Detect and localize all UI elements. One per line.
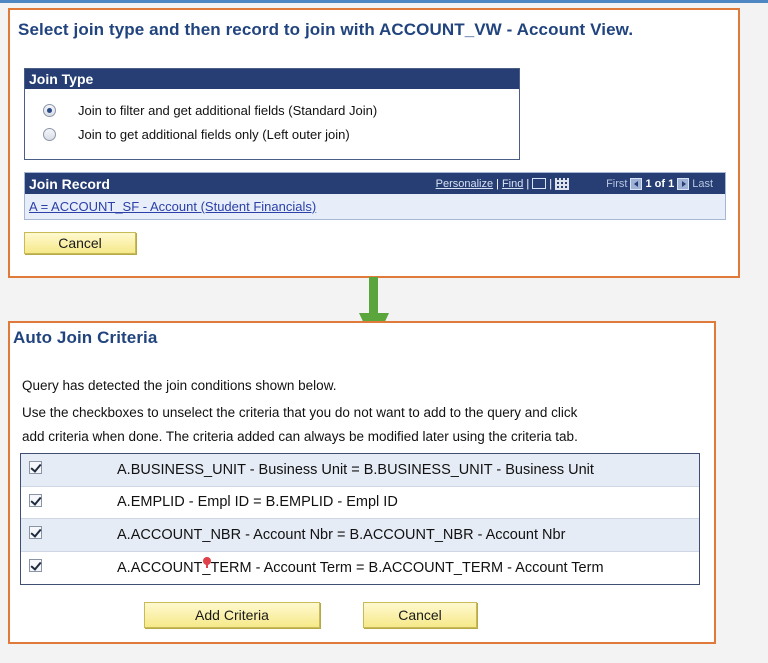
description-line-2: Use the checkboxes to unselect the crite…	[22, 405, 578, 420]
toolbar-separator: |	[549, 177, 553, 190]
add-criteria-button[interactable]: Add Criteria	[144, 602, 320, 628]
criteria-row: A.BUSINESS_UNIT - Business Unit = B.BUSI…	[21, 454, 699, 487]
personalize-link[interactable]: Personalize	[436, 177, 493, 191]
auto-join-criteria-panel: Auto Join Criteria Query has detected th…	[8, 321, 716, 644]
page-count: 1 of 1	[645, 177, 675, 190]
criteria-row: A.ACCOUNT_NBR - Account Nbr = B.ACCOUNT_…	[21, 519, 699, 552]
criteria-checkbox-business-unit[interactable]	[29, 461, 42, 475]
cancel-join-button[interactable]: Cancel	[24, 232, 136, 254]
left-outer-join-option[interactable]: Join to get additional fields only (Left…	[43, 127, 350, 142]
left-outer-join-label: Join to get additional fields only (Left…	[78, 127, 350, 142]
account-sf-record-link[interactable]: A = ACCOUNT_SF - Account (Student Financ…	[29, 199, 316, 214]
auto-join-title: Auto Join Criteria	[13, 328, 158, 347]
join-type-header: Join Type	[25, 69, 519, 89]
previous-arrow-icon[interactable]	[630, 177, 643, 190]
description-line-3: add criteria when done. The criteria add…	[22, 429, 578, 444]
view-all-icon[interactable]	[532, 178, 547, 189]
criteria-text: A.ACCOUNT_NBR - Account Nbr = B.ACCOUNT_…	[117, 526, 566, 543]
criteria-table: A.BUSINESS_UNIT - Business Unit = B.BUSI…	[20, 453, 700, 585]
criteria-text: A.BUSINESS_UNIT - Business Unit = B.BUSI…	[117, 461, 594, 478]
toolbar-separator: |	[526, 177, 530, 190]
find-link[interactable]: Find	[502, 177, 523, 191]
first-link[interactable]: First	[606, 177, 627, 191]
last-link[interactable]: Last	[692, 177, 713, 191]
criteria-checkbox-account-nbr[interactable]	[29, 526, 42, 540]
cancel-criteria-button[interactable]: Cancel	[363, 602, 477, 628]
criteria-row: A.EMPLID - Empl ID = B.EMPLID - Empl ID	[21, 487, 699, 519]
grid-toolbar: Personalize | Find | | First 1 of 1 Last	[436, 177, 721, 191]
next-arrow-icon[interactable]	[677, 177, 690, 190]
criteria-text: A.EMPLID - Empl ID = B.EMPLID - Empl ID	[117, 494, 398, 511]
mouse-pointer-icon	[203, 557, 211, 568]
left-outer-join-radio[interactable]	[43, 128, 56, 141]
flow-arrow-shaft	[369, 277, 378, 315]
toolbar-separator: |	[496, 177, 499, 190]
standard-join-option[interactable]: Join to filter and get additional fields…	[43, 103, 377, 118]
top-accent-line	[0, 0, 768, 3]
checkbox-cell	[21, 559, 117, 576]
join-record-title: Join Record	[29, 175, 110, 192]
join-panel-title: Select join type and then record to join…	[18, 20, 634, 39]
standard-join-label: Join to filter and get additional fields…	[78, 103, 378, 118]
criteria-text: A.ACCOUNT_TERM - Account Term = B.ACCOUN…	[117, 559, 604, 576]
description-line-1: Query has detected the join conditions s…	[22, 378, 337, 393]
join-selection-panel: Select join type and then record to join…	[8, 8, 740, 278]
checkbox-cell	[21, 461, 117, 478]
join-record-header: Join Record Personalize | Find | | First…	[25, 173, 725, 194]
join-record-row: A = ACCOUNT_SF - Account (Student Financ…	[25, 194, 725, 219]
criteria-checkbox-emplid[interactable]	[29, 493, 42, 507]
standard-join-radio[interactable]	[43, 104, 56, 117]
criteria-row: A.ACCOUNT_TERM - Account Term = B.ACCOUN…	[21, 552, 699, 585]
join-type-box: Join Type Join to filter and get additio…	[24, 68, 520, 160]
join-record-grid: Join Record Personalize | Find | | First…	[24, 172, 726, 220]
criteria-checkbox-account-term[interactable]	[29, 559, 42, 573]
download-grid-icon[interactable]	[555, 177, 570, 190]
checkbox-cell	[21, 493, 117, 511]
checkbox-cell	[21, 526, 117, 543]
